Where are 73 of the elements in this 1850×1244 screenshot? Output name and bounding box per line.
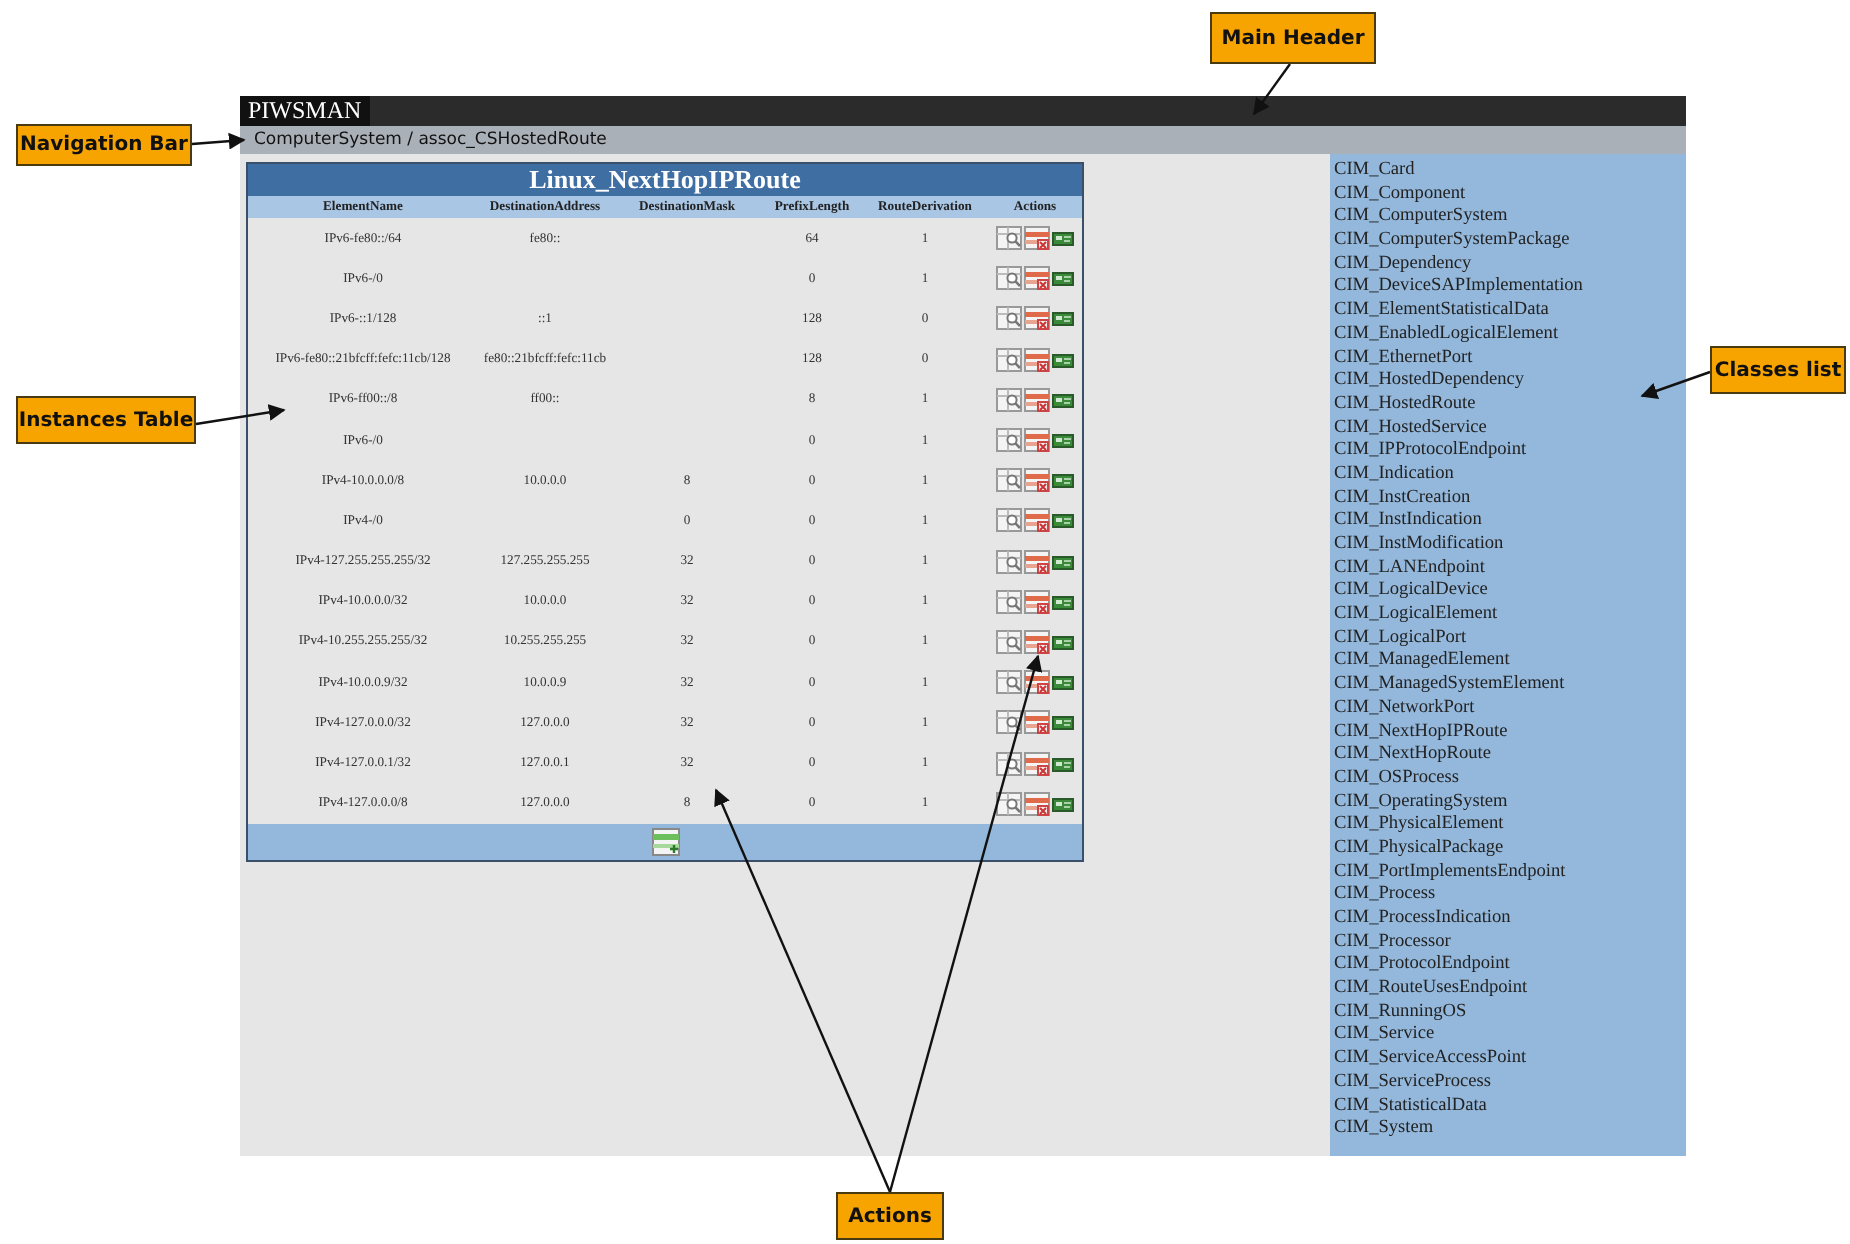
class-link[interactable]: CIM_Indication xyxy=(1334,463,1454,488)
class-link[interactable]: CIM_Process xyxy=(1334,884,1436,908)
arrow xyxy=(195,404,286,426)
class-link[interactable]: CIM_RunningOS xyxy=(1334,1001,1467,1025)
class-link[interactable]: CIM_LogicalDevice xyxy=(1334,580,1488,605)
class-link[interactable]: CIM_System xyxy=(1334,1118,1434,1142)
magnifier-icon[interactable] xyxy=(996,710,1022,735)
class-link[interactable]: CIM_ElementStatisticalData xyxy=(1334,300,1549,324)
class-link[interactable]: CIM_Service xyxy=(1334,1024,1435,1049)
card-icon[interactable] xyxy=(1052,591,1074,612)
card-icon[interactable] xyxy=(1052,510,1074,531)
class-link[interactable]: CIM_Card xyxy=(1334,160,1415,184)
arrow xyxy=(1640,370,1711,399)
class-link[interactable]: CIM_LogicalElement xyxy=(1334,604,1498,628)
class-link[interactable]: CIM_DeviceSAPImplementation xyxy=(1334,276,1583,301)
class-link[interactable]: CIM_ServiceAccessPoint xyxy=(1334,1048,1527,1072)
card-icon[interactable] xyxy=(1052,793,1074,814)
class-link[interactable]: CIM_ServiceProcess xyxy=(1334,1071,1491,1095)
class-link[interactable]: CIM_StatisticalData xyxy=(1334,1095,1487,1119)
card-icon[interactable] xyxy=(1052,631,1074,652)
class-link[interactable]: CIM_Processor xyxy=(1334,931,1451,955)
class-link[interactable]: CIM_Component xyxy=(1334,183,1466,207)
class-link[interactable]: CIM_RouteUsesEndpoint xyxy=(1334,978,1528,1002)
class-link[interactable]: CIM_ProcessIndication xyxy=(1334,908,1511,932)
card-icon[interactable] xyxy=(1052,389,1074,410)
card-icon[interactable] xyxy=(1052,228,1074,249)
class-link[interactable]: CIM_EthernetPort xyxy=(1334,347,1473,371)
card-icon[interactable] xyxy=(1052,308,1074,329)
class-link[interactable]: CIM_LogicalPort xyxy=(1334,627,1467,651)
class-link[interactable]: CIM_ManagedSystemElement xyxy=(1334,674,1565,698)
card-icon[interactable] xyxy=(1052,672,1074,693)
callout-label: Navigation Bar xyxy=(16,124,192,166)
callout-label: Classes list xyxy=(1710,346,1846,394)
class-link[interactable]: CIM_LANEndpoint xyxy=(1334,557,1485,581)
class-link[interactable]: CIM_InstIndication xyxy=(1334,510,1482,534)
class-link[interactable]: CIM_HostedDependency xyxy=(1334,370,1525,394)
class-link[interactable]: CIM_PortImplementsEndpoint xyxy=(1334,861,1566,885)
class-link[interactable]: CIM_ManagedElement xyxy=(1334,650,1510,675)
card-icon[interactable] xyxy=(1052,753,1074,774)
app-title: PIWSMAN xyxy=(240,96,370,126)
card-icon[interactable] xyxy=(1052,430,1074,451)
class-link[interactable]: CIM_HostedService xyxy=(1334,417,1487,441)
table-title: Linux_NextHopIPRoute xyxy=(248,164,1082,196)
card-icon[interactable] xyxy=(1052,268,1074,289)
class-link[interactable]: CIM_HostedRoute xyxy=(1334,393,1476,418)
card-icon[interactable] xyxy=(1052,551,1074,572)
arrow xyxy=(1253,63,1291,116)
class-link[interactable]: CIM_IPProtocolEndpoint xyxy=(1334,440,1527,464)
class-link[interactable]: CIM_OperatingSystem xyxy=(1334,791,1508,815)
magnifier-icon[interactable] xyxy=(996,751,1022,776)
class-link[interactable]: CIM_NetworkPort xyxy=(1334,697,1475,721)
class-link[interactable]: CIM_PhysicalElement xyxy=(1334,814,1504,838)
card-icon[interactable] xyxy=(1052,712,1074,733)
magnifier-icon[interactable] xyxy=(996,791,1022,816)
table-add-icon[interactable] xyxy=(651,827,679,856)
callout-label: Instances Table xyxy=(16,396,196,444)
callout-label: Actions xyxy=(836,1192,944,1240)
class-link[interactable]: CIM_EnabledLogicalElement xyxy=(1334,323,1559,347)
class-link[interactable]: CIM_NextHopRoute xyxy=(1334,744,1492,768)
class-link[interactable]: CIM_ComputerSystem xyxy=(1334,206,1508,231)
arrow xyxy=(191,132,246,150)
class-link[interactable]: CIM_InstModification xyxy=(1334,534,1504,558)
class-link[interactable]: CIM_PhysicalPackage xyxy=(1334,837,1504,862)
class-link[interactable]: CIM_InstCreation xyxy=(1334,487,1471,511)
class-link[interactable]: CIM_OSProcess xyxy=(1334,767,1459,792)
callout-label: Main Header xyxy=(1210,12,1376,64)
class-link[interactable]: CIM_NextHopIPRoute xyxy=(1334,721,1508,745)
class-link[interactable]: CIM_ProtocolEndpoint xyxy=(1334,954,1510,979)
card-icon[interactable] xyxy=(1052,470,1074,491)
card-icon[interactable] xyxy=(1052,349,1074,370)
breadcrumb-link[interactable]: ComputerSystem / assoc_CSHostedRoute xyxy=(254,130,607,150)
class-link[interactable]: CIM_Dependency xyxy=(1334,253,1472,277)
class-link[interactable]: CIM_ComputerSystemPackage xyxy=(1334,230,1570,254)
